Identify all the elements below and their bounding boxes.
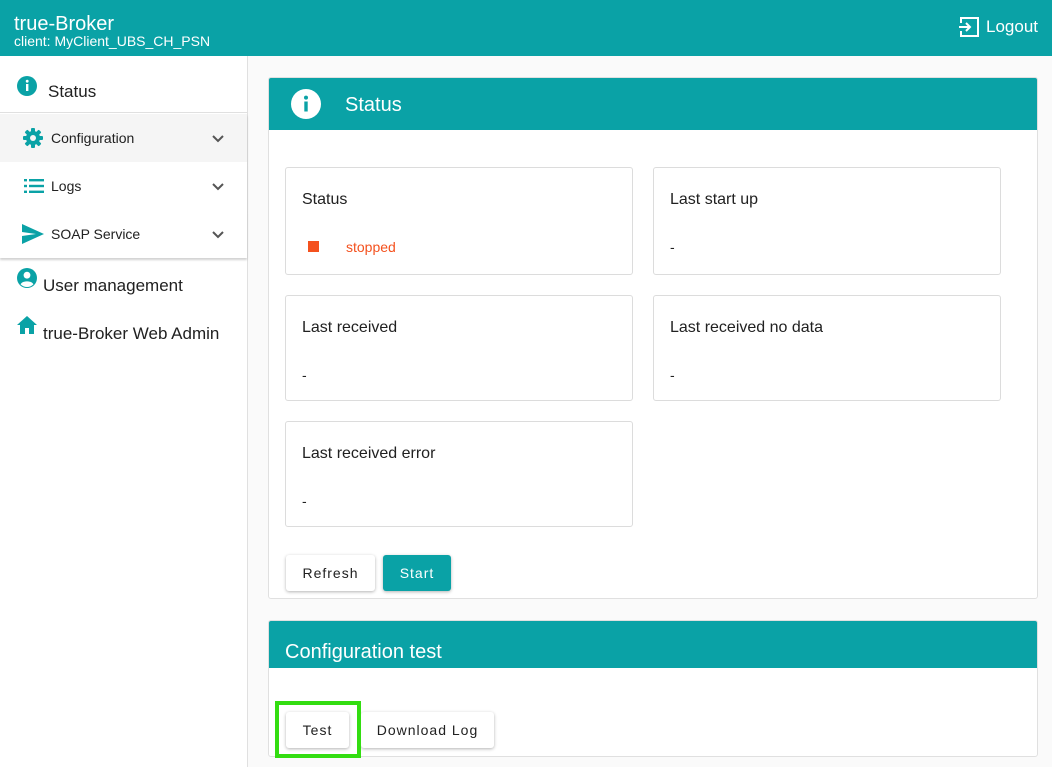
sidebar-item-label: true-Broker Web Admin <box>43 324 220 343</box>
status-value: stopped <box>346 239 396 255</box>
tile-value: - <box>670 239 675 255</box>
status-card: Status Status stopped Last start up - La… <box>268 77 1038 599</box>
stop-icon <box>308 241 319 252</box>
info-icon <box>291 89 321 119</box>
sidebar-item-web-admin[interactable]: true-Broker Web Admin <box>0 310 247 354</box>
status-card-header: Status <box>269 78 1037 130</box>
send-icon <box>22 224 44 244</box>
refresh-button[interactable]: Refresh <box>286 555 375 591</box>
start-button[interactable]: Start <box>383 555 451 591</box>
sidebar-item-label: SOAP Service <box>51 226 141 242</box>
configuration-test-header: Configuration test <box>269 621 1037 668</box>
logout-icon <box>958 17 979 37</box>
tile-label: Status <box>302 191 348 208</box>
last-start-up-tile: Last start up - <box>653 167 1001 275</box>
last-received-no-data-tile: Last received no data - <box>653 295 1001 401</box>
logout-button[interactable]: Logout <box>958 15 1038 39</box>
tile-value: - <box>302 493 307 509</box>
home-icon <box>16 315 38 335</box>
configuration-test-card: Configuration test Test Download Log <box>268 620 1038 757</box>
tile-label: Last received error <box>302 445 436 462</box>
configuration-test-title: Configuration test <box>285 641 442 663</box>
highlight-box <box>275 701 361 758</box>
sidebar-item-label: User management <box>43 276 183 295</box>
chevron-down-icon <box>210 178 226 194</box>
sidebar-item-soap-service[interactable]: SOAP Service <box>0 210 247 258</box>
tile-value: - <box>302 367 307 383</box>
account-icon <box>16 267 38 289</box>
app-title: true-Broker <box>14 13 115 35</box>
sidebar-item-label: Status <box>48 82 97 101</box>
info-icon <box>16 75 38 97</box>
sidebar-item-status[interactable]: Status <box>0 56 247 113</box>
sidebar: Status Configuration Logs SOAP Service U… <box>0 56 248 767</box>
sidebar-item-label: Configuration <box>51 130 135 146</box>
last-received-tile: Last received - <box>285 295 633 401</box>
sidebar-item-logs[interactable]: Logs <box>0 162 247 210</box>
tile-value: - <box>670 367 675 383</box>
logout-label: Logout <box>986 17 1038 36</box>
status-card-title: Status <box>345 94 402 116</box>
status-tile: Status stopped <box>285 167 633 275</box>
sidebar-item-configuration[interactable]: Configuration <box>0 114 247 162</box>
gear-icon <box>22 127 44 149</box>
last-received-error-tile: Last received error - <box>285 421 633 527</box>
sidebar-item-user-management[interactable]: User management <box>0 262 247 306</box>
tile-label: Last received no data <box>670 319 823 336</box>
sidebar-item-label: Logs <box>51 178 82 194</box>
tile-label: Last received <box>302 319 398 336</box>
download-log-button[interactable]: Download Log <box>361 712 494 748</box>
chevron-down-icon <box>210 226 226 242</box>
client-name: client: MyClient_UBS_CH_PSN <box>14 33 211 49</box>
chevron-down-icon <box>210 130 226 146</box>
app-bar: true-Broker client: MyClient_UBS_CH_PSN … <box>0 0 1052 56</box>
list-icon <box>24 179 44 193</box>
tile-label: Last start up <box>670 191 759 208</box>
